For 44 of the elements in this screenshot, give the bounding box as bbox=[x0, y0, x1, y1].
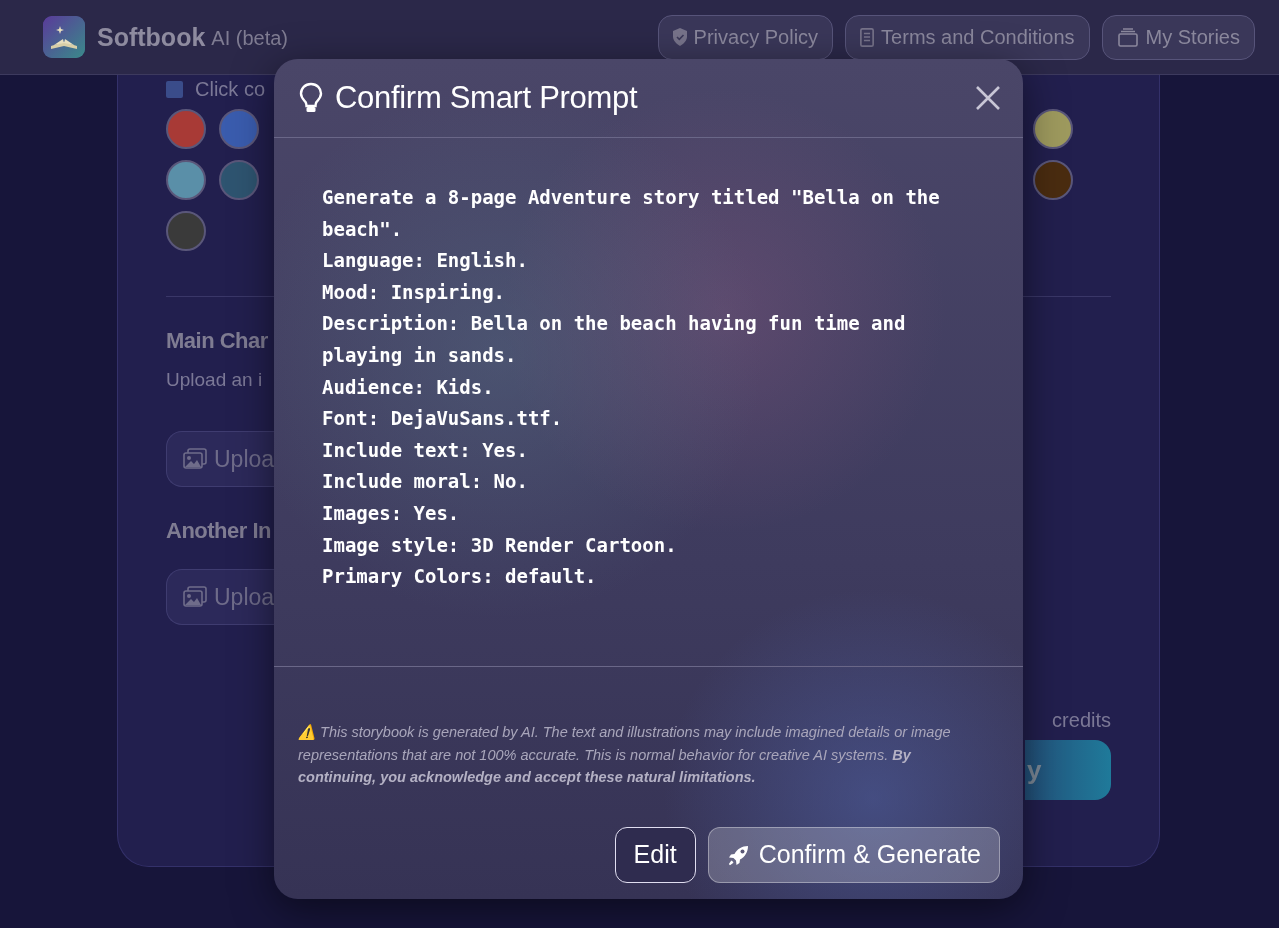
logo-icon bbox=[43, 16, 85, 58]
color-swatch[interactable] bbox=[166, 159, 206, 200]
brand-suffix: AI (beta) bbox=[211, 27, 289, 50]
prompt-line: Include text: Yes. bbox=[322, 437, 529, 463]
generate-button[interactable]: y bbox=[1025, 740, 1111, 800]
color-swatch[interactable] bbox=[1033, 108, 1073, 149]
image-icon bbox=[183, 448, 207, 470]
section-heading: Main Char bbox=[166, 327, 268, 355]
close-icon[interactable] bbox=[975, 85, 1001, 111]
prompt-line: Audience: Kids. bbox=[322, 374, 495, 400]
prompt-line: Font: DejaVuSans.ttf. bbox=[322, 406, 564, 432]
color-swatch[interactable] bbox=[219, 159, 259, 200]
nav-link[interactable]: My Stories bbox=[1101, 14, 1255, 60]
lightbulb-icon bbox=[299, 82, 323, 114]
document-icon bbox=[860, 27, 875, 47]
modal-title: Confirm Smart Prompt bbox=[335, 80, 638, 116]
nav-link[interactable]: Terms and Conditions bbox=[845, 14, 1090, 60]
stack-icon bbox=[1116, 27, 1139, 47]
prompt-line: Generate a 8-page Adventure story titled "Bella on the beach". bbox=[322, 185, 941, 242]
prompt-line: Primary Colors: default. bbox=[322, 564, 598, 590]
upload-button[interactable]: Uploa bbox=[166, 569, 275, 625]
section-description: Upload an i bbox=[166, 369, 263, 391]
section-heading: Another In bbox=[166, 517, 271, 545]
prompt-line: Mood: Inspiring. bbox=[322, 279, 507, 305]
prompt-line: Image style: 3D Render Cartoon. bbox=[322, 532, 678, 558]
image-icon bbox=[183, 586, 207, 608]
prompt-line: Description: Bella on the beach having fun time and playing in sands. bbox=[322, 311, 907, 368]
color-swatch[interactable] bbox=[166, 108, 206, 149]
nav-link[interactable]: Privacy Policy bbox=[657, 14, 834, 60]
color-swatch[interactable] bbox=[219, 108, 259, 149]
edit-button[interactable]: Edit bbox=[614, 826, 696, 883]
hint-text: Click co bbox=[195, 77, 265, 101]
upload-button[interactable]: Uploa bbox=[166, 431, 275, 487]
shield-check-icon bbox=[672, 28, 687, 46]
confirm-button[interactable]: Confirm & Generate bbox=[707, 826, 1000, 883]
info-icon bbox=[166, 80, 183, 98]
color-swatch[interactable] bbox=[1033, 159, 1073, 200]
credits-label: credits bbox=[1052, 709, 1111, 732]
prompt-line: Language: English. bbox=[322, 248, 529, 274]
brand-name: Softbook bbox=[97, 22, 206, 52]
prompt-line: Include moral: No. bbox=[322, 469, 529, 495]
prompt-line: Images: Yes. bbox=[322, 500, 461, 526]
color-swatch[interactable] bbox=[166, 210, 206, 251]
disclaimer-text: ⚠ This storybook is generated by AI. The text and illustrations may include imagined details or image representations that are not 100% accurate. This is normal behavior for creative AI systems. By continuing, you acknowledge and accept these natural limitations. bbox=[298, 723, 952, 787]
